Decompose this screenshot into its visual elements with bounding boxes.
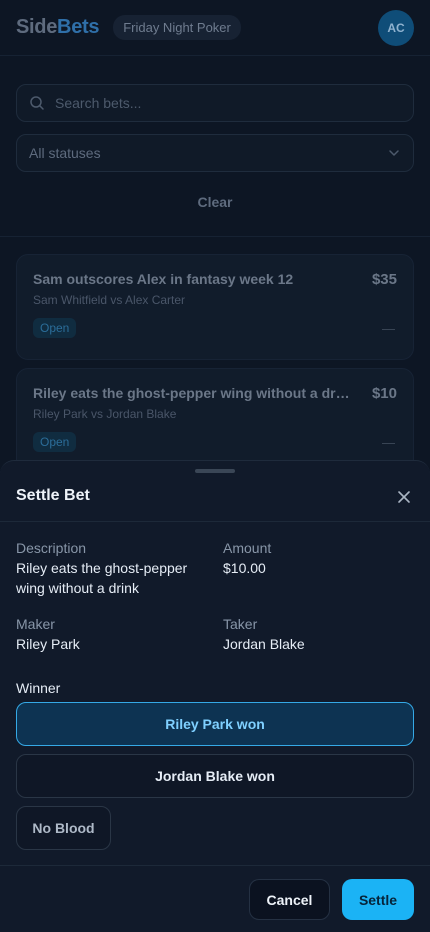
sheet-drag-handle[interactable]	[195, 469, 235, 473]
settle-button[interactable]: Settle	[342, 879, 414, 920]
settle-bet-sheet: Settle Bet Description Riley eats the gh…	[0, 460, 430, 932]
taker-label: Taker	[223, 616, 258, 632]
close-icon[interactable]	[394, 487, 414, 507]
no-blood-button[interactable]: No Blood	[16, 806, 111, 850]
bet-card[interactable]: Sam outscores Alex in fantasy week 12 $3…	[16, 254, 414, 360]
maker-value: Riley Park	[16, 636, 80, 652]
status-badge: Open	[33, 318, 77, 338]
bet-outcome: —	[382, 435, 395, 450]
winner-option-maker[interactable]: Riley Park won	[16, 702, 414, 746]
app-logo[interactable]: SideBets	[16, 16, 100, 39]
cancel-button[interactable]: Cancel	[249, 879, 330, 920]
bet-amount: $10	[371, 385, 397, 402]
app-header: SideBets Friday Night Poker AC	[0, 0, 430, 56]
bet-card[interactable]: Riley eats the ghost-pepper wing without…	[16, 368, 414, 474]
status-select[interactable]: All statuses	[16, 134, 414, 172]
bet-parties: Sam Whitfield vs Alex Carter	[33, 293, 186, 307]
bet-title: Sam outscores Alex in fantasy week 12	[33, 271, 294, 287]
sheet-divider	[0, 521, 430, 522]
group-selector[interactable]: Friday Night Poker	[113, 15, 241, 40]
description-label: Description	[16, 540, 87, 556]
sheet-title: Settle Bet	[16, 487, 90, 504]
status-badge: Open	[33, 432, 77, 452]
amount-value: $10.00	[223, 560, 266, 576]
bet-outcome: —	[382, 321, 395, 336]
sheet-footer-divider	[0, 865, 430, 866]
chevron-down-icon	[389, 150, 399, 156]
amount-label: Amount	[223, 540, 272, 556]
filters-panel: All statuses Clear	[0, 57, 430, 237]
bet-parties: Riley Park vs Jordan Blake	[33, 407, 177, 421]
avatar[interactable]: AC	[378, 10, 414, 46]
logo-text-side: Side	[16, 16, 58, 38]
search-box[interactable]	[16, 84, 414, 122]
bet-amount: $35	[371, 271, 397, 288]
maker-label: Maker	[16, 616, 55, 632]
winner-option-taker[interactable]: Jordan Blake won	[16, 754, 414, 798]
logo-text-bets: Bets	[57, 16, 100, 38]
winner-label: Winner	[16, 680, 61, 696]
taker-value: Jordan Blake	[223, 636, 305, 652]
status-select-value: All statuses	[29, 145, 101, 161]
description-value: Riley eats the ghost-pepper wing without…	[16, 560, 188, 596]
bet-title: Riley eats the ghost-pepper wing without…	[33, 385, 353, 401]
search-icon	[30, 96, 44, 110]
clear-filters-button[interactable]: Clear	[0, 194, 430, 210]
search-input[interactable]	[55, 95, 375, 111]
